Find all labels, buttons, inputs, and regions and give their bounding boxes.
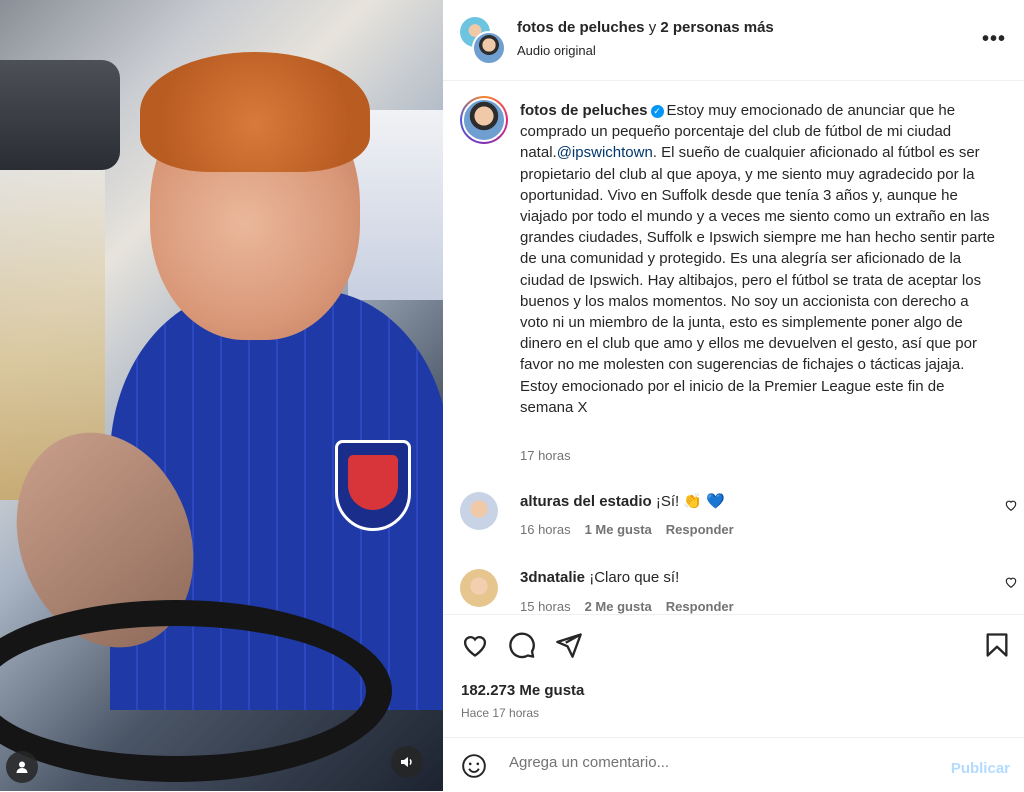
comment-likes[interactable]: 2 Me gusta: [585, 599, 652, 614]
header-and: y: [644, 19, 661, 36]
comment-username[interactable]: 3dnatalie: [520, 569, 585, 586]
mention-link[interactable]: @ipswichtown: [557, 144, 653, 161]
comment-time: 16 horas: [520, 522, 571, 537]
comment-avatar[interactable]: [460, 569, 498, 607]
comment-bubble-icon[interactable]: [508, 631, 536, 659]
comment-meta: 16 horas 1 Me gusta Responder: [520, 522, 748, 537]
avatar: [472, 31, 506, 65]
emoji-smile-icon[interactable]: [461, 753, 487, 779]
collab-avatars[interactable]: [460, 17, 506, 65]
header-username[interactable]: fotos de peluches: [517, 19, 645, 36]
caption-text: fotos de peluches ✓ Estoy muy emocionado d…: [520, 100, 1000, 418]
comment-like-heart-icon[interactable]: [1004, 575, 1018, 589]
vehicle-dashboard: [0, 60, 120, 170]
comment-time: 15 horas: [520, 599, 571, 614]
add-comment-bar: Publicar: [443, 737, 1024, 792]
header-others-link[interactable]: 2 personas más: [660, 19, 773, 36]
likes-count[interactable]: 182.273 Me gusta: [461, 682, 584, 699]
post-time[interactable]: Hace 17 horas: [461, 706, 539, 720]
post-actions: 182.273 Me gusta Hace 17 horas: [443, 614, 1024, 737]
heart-icon[interactable]: [461, 631, 489, 659]
post-comment-button[interactable]: Publicar: [951, 760, 1010, 777]
verified-badge-icon: ✓: [650, 105, 664, 118]
audio-toggle-button[interactable]: [391, 746, 423, 778]
comment-username[interactable]: alturas del estadio: [520, 493, 652, 510]
comment-meta: 15 horas 2 Me gusta Responder: [520, 599, 748, 614]
reply-button[interactable]: Responder: [666, 599, 734, 614]
comment-body: ¡Claro que sí!: [589, 569, 680, 586]
reply-button[interactable]: Responder: [666, 522, 734, 537]
comment-avatar[interactable]: [460, 492, 498, 530]
comment-text: 3dnatalie ¡Claro que sí!: [520, 569, 679, 586]
bookmark-icon[interactable]: [983, 631, 1011, 659]
caption-time: 17 horas: [520, 448, 571, 463]
caption-username[interactable]: fotos de peluches: [520, 102, 648, 119]
comment-like-heart-icon[interactable]: [1004, 498, 1018, 512]
paper-plane-icon[interactable]: [555, 631, 583, 659]
post-sidebar: fotos de peluches y 2 personas más Audio…: [443, 0, 1024, 791]
comment-input[interactable]: [507, 753, 931, 772]
post-media[interactable]: [0, 0, 443, 791]
header-title: fotos de peluches y 2 personas más: [517, 19, 774, 36]
post-header: fotos de peluches y 2 personas más Audio…: [443, 0, 1024, 81]
tagged-users-button[interactable]: [6, 751, 38, 783]
caption-avatar[interactable]: [460, 96, 508, 144]
speaker-icon: [401, 757, 412, 767]
person-hair: [140, 52, 370, 172]
comment-likes[interactable]: 1 Me gusta: [585, 522, 652, 537]
club-crest: [335, 440, 411, 531]
person-icon: [16, 761, 28, 773]
caption-body-part2: . El sueño de cualquier aficionado al fú…: [520, 144, 995, 416]
comment-body: ¡Sí! 👏 💙: [655, 493, 725, 510]
comment-text: alturas del estadio ¡Sí! 👏 💙: [520, 492, 725, 510]
audio-original-link[interactable]: Audio original: [517, 43, 596, 58]
more-options-icon[interactable]: •••: [982, 28, 1006, 51]
avatar: [462, 98, 506, 142]
